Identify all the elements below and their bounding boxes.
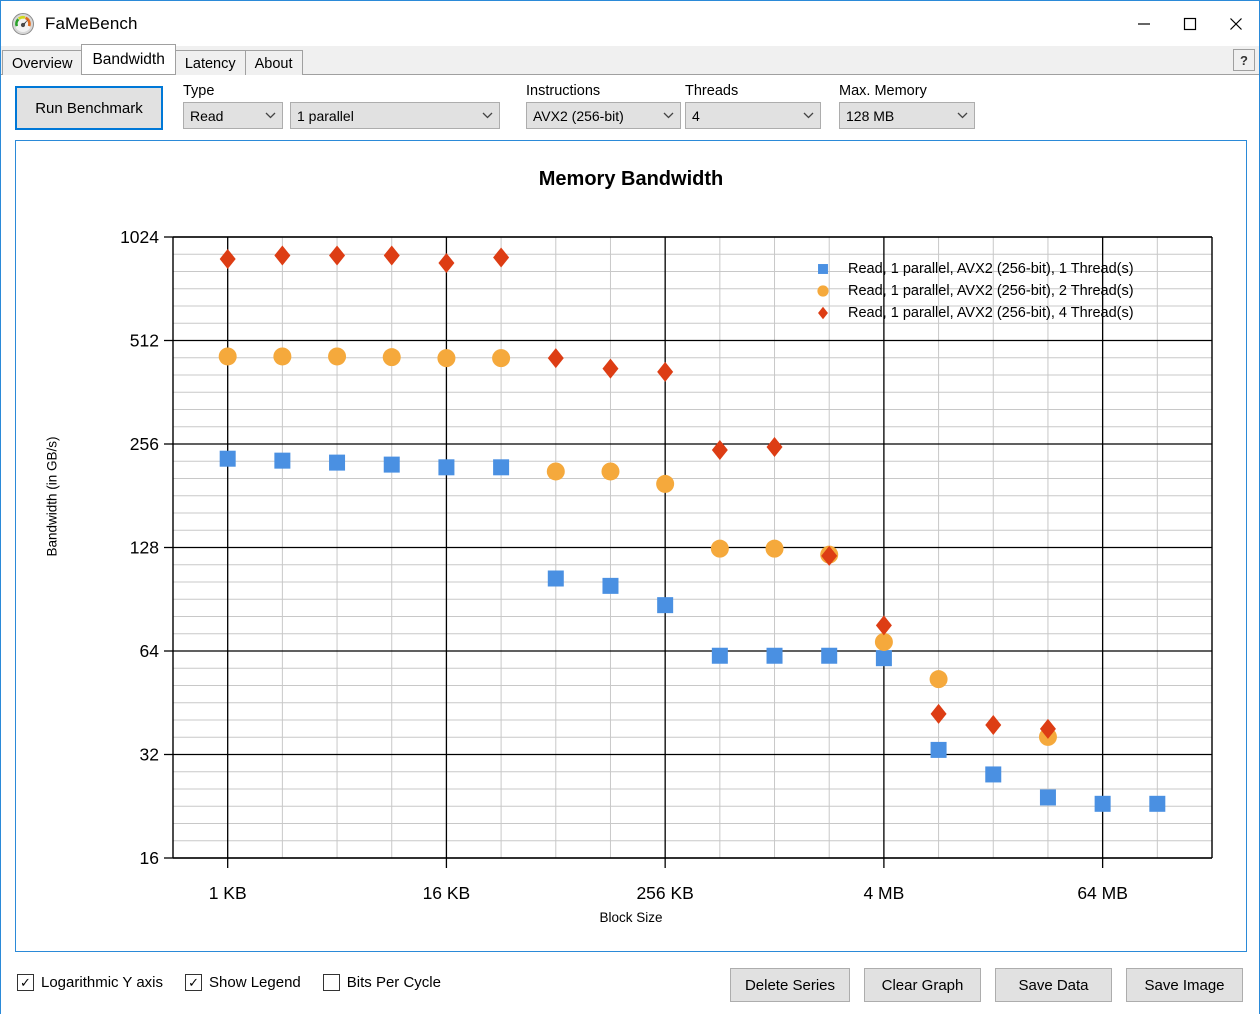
- chevron-down-icon: [265, 110, 276, 122]
- instructions-select[interactable]: AVX2 (256-bit): [526, 102, 681, 129]
- parallel-select[interactable]: 1 parallel: [290, 102, 500, 129]
- parallel-label: [290, 83, 500, 99]
- close-button[interactable]: [1213, 1, 1259, 46]
- max-memory-label: Max. Memory: [839, 83, 927, 99]
- svg-text:256 KB: 256 KB: [636, 883, 693, 903]
- legend-label: Read, 1 parallel, AVX2 (256-bit), 1 Thre…: [848, 261, 1134, 277]
- clear-graph-button[interactable]: Clear Graph: [864, 968, 981, 1002]
- delete-series-button[interactable]: Delete Series: [729, 968, 850, 1002]
- checkbox-mark: ✓: [17, 974, 34, 991]
- toolbar: Run Benchmark Type Read 1 parallel Instr…: [1, 75, 1259, 139]
- tab-overview[interactable]: Overview: [2, 50, 83, 76]
- svg-text:512: 512: [130, 331, 159, 351]
- type-select[interactable]: Read: [183, 102, 283, 129]
- chevron-down-icon: [482, 110, 493, 122]
- max-memory-field: Max. Memory 128 MB: [839, 83, 975, 129]
- chevron-down-icon: [663, 110, 674, 122]
- instructions-field: Instructions AVX2 (256-bit): [526, 83, 681, 129]
- parallel-field: 1 parallel: [290, 83, 500, 129]
- chevron-down-icon: [957, 110, 968, 122]
- help-button[interactable]: ?: [1233, 49, 1255, 71]
- diamond-marker-icon: [812, 303, 834, 323]
- svg-text:64: 64: [140, 641, 160, 661]
- tab-bandwidth[interactable]: Bandwidth: [81, 44, 176, 74]
- svg-text:16: 16: [140, 848, 159, 868]
- instructions-label: Instructions: [526, 83, 601, 99]
- graph-panel: Memory Bandwidth Bandwidth (in GB/s) Blo…: [15, 140, 1247, 952]
- svg-text:1024: 1024: [120, 227, 159, 247]
- save-image-button[interactable]: Save Image: [1126, 968, 1243, 1002]
- minimize-button[interactable]: [1121, 1, 1167, 46]
- tab-bar: Overview Bandwidth Latency About ?: [1, 44, 1259, 76]
- svg-text:4 MB: 4 MB: [863, 883, 904, 903]
- maximize-button[interactable]: [1167, 1, 1213, 46]
- save-data-button[interactable]: Save Data: [995, 968, 1112, 1002]
- checkbox-mark: [322, 974, 340, 991]
- svg-text:64 MB: 64 MB: [1077, 883, 1128, 903]
- app-title: FaMeBench: [45, 13, 138, 33]
- checkbox-label: Bits Per Cycle: [346, 974, 441, 991]
- tab-about[interactable]: About: [244, 50, 303, 76]
- chart-legend: Read, 1 parallel, AVX2 (256-bit), 1 Thre…: [812, 258, 1134, 324]
- threads-field: Threads 4: [685, 83, 821, 129]
- legend-label: Read, 1 parallel, AVX2 (256-bit), 4 Thre…: [848, 305, 1134, 321]
- svg-text:128: 128: [130, 538, 159, 558]
- legend-item[interactable]: Read, 1 parallel, AVX2 (256-bit), 1 Thre…: [812, 258, 1134, 280]
- legend-item[interactable]: Read, 1 parallel, AVX2 (256-bit), 4 Thre…: [812, 302, 1134, 324]
- legend-item[interactable]: Read, 1 parallel, AVX2 (256-bit), 2 Thre…: [812, 280, 1134, 302]
- threads-select[interactable]: 4: [685, 102, 821, 129]
- type-field: Type Read: [183, 83, 283, 129]
- parallel-value: 1 parallel: [297, 107, 354, 124]
- run-benchmark-button[interactable]: Run Benchmark: [15, 86, 163, 130]
- threads-label: Threads: [685, 83, 739, 99]
- instructions-value: AVX2 (256-bit): [533, 107, 624, 124]
- checkbox-group: ✓ Logarithmic Y axis ✓ Show Legend Bits …: [17, 974, 463, 991]
- gauge-icon: [11, 12, 35, 36]
- checkbox-label: Logarithmic Y axis: [41, 974, 164, 991]
- type-value: Read: [190, 107, 224, 124]
- checkbox-mark: ✓: [185, 974, 203, 991]
- svg-text:16 KB: 16 KB: [423, 883, 471, 903]
- svg-text:1 KB: 1 KB: [209, 883, 247, 903]
- checkbox-label: Show Legend: [209, 974, 301, 991]
- svg-text:256: 256: [130, 434, 159, 454]
- type-label: Type: [183, 83, 215, 99]
- threads-value: 4: [692, 107, 700, 124]
- action-button-group: Delete Series Clear Graph Save Data Save…: [716, 968, 1243, 1002]
- chevron-down-icon: [803, 110, 814, 122]
- svg-text:32: 32: [140, 745, 159, 765]
- circle-marker-icon: [812, 281, 834, 301]
- square-marker-icon: [812, 259, 834, 279]
- tab-latency[interactable]: Latency: [174, 50, 246, 76]
- app-window: FaMeBench Overview Bandwidth Latency Abo…: [0, 0, 1260, 1014]
- max-memory-select[interactable]: 128 MB: [839, 102, 975, 129]
- legend-label: Read, 1 parallel, AVX2 (256-bit), 2 Thre…: [848, 283, 1134, 299]
- title-bar: FaMeBench: [1, 1, 1259, 46]
- window-controls: [1121, 1, 1259, 46]
- checkbox-bits-per-cycle[interactable]: Bits Per Cycle: [322, 974, 441, 991]
- checkbox-logarithmic-y-axis[interactable]: ✓ Logarithmic Y axis: [17, 974, 163, 991]
- bottom-bar: ✓ Logarithmic Y axis ✓ Show Legend Bits …: [1, 956, 1259, 1014]
- max-memory-value: 128 MB: [846, 107, 895, 124]
- checkbox-show-legend[interactable]: ✓ Show Legend: [185, 974, 301, 991]
